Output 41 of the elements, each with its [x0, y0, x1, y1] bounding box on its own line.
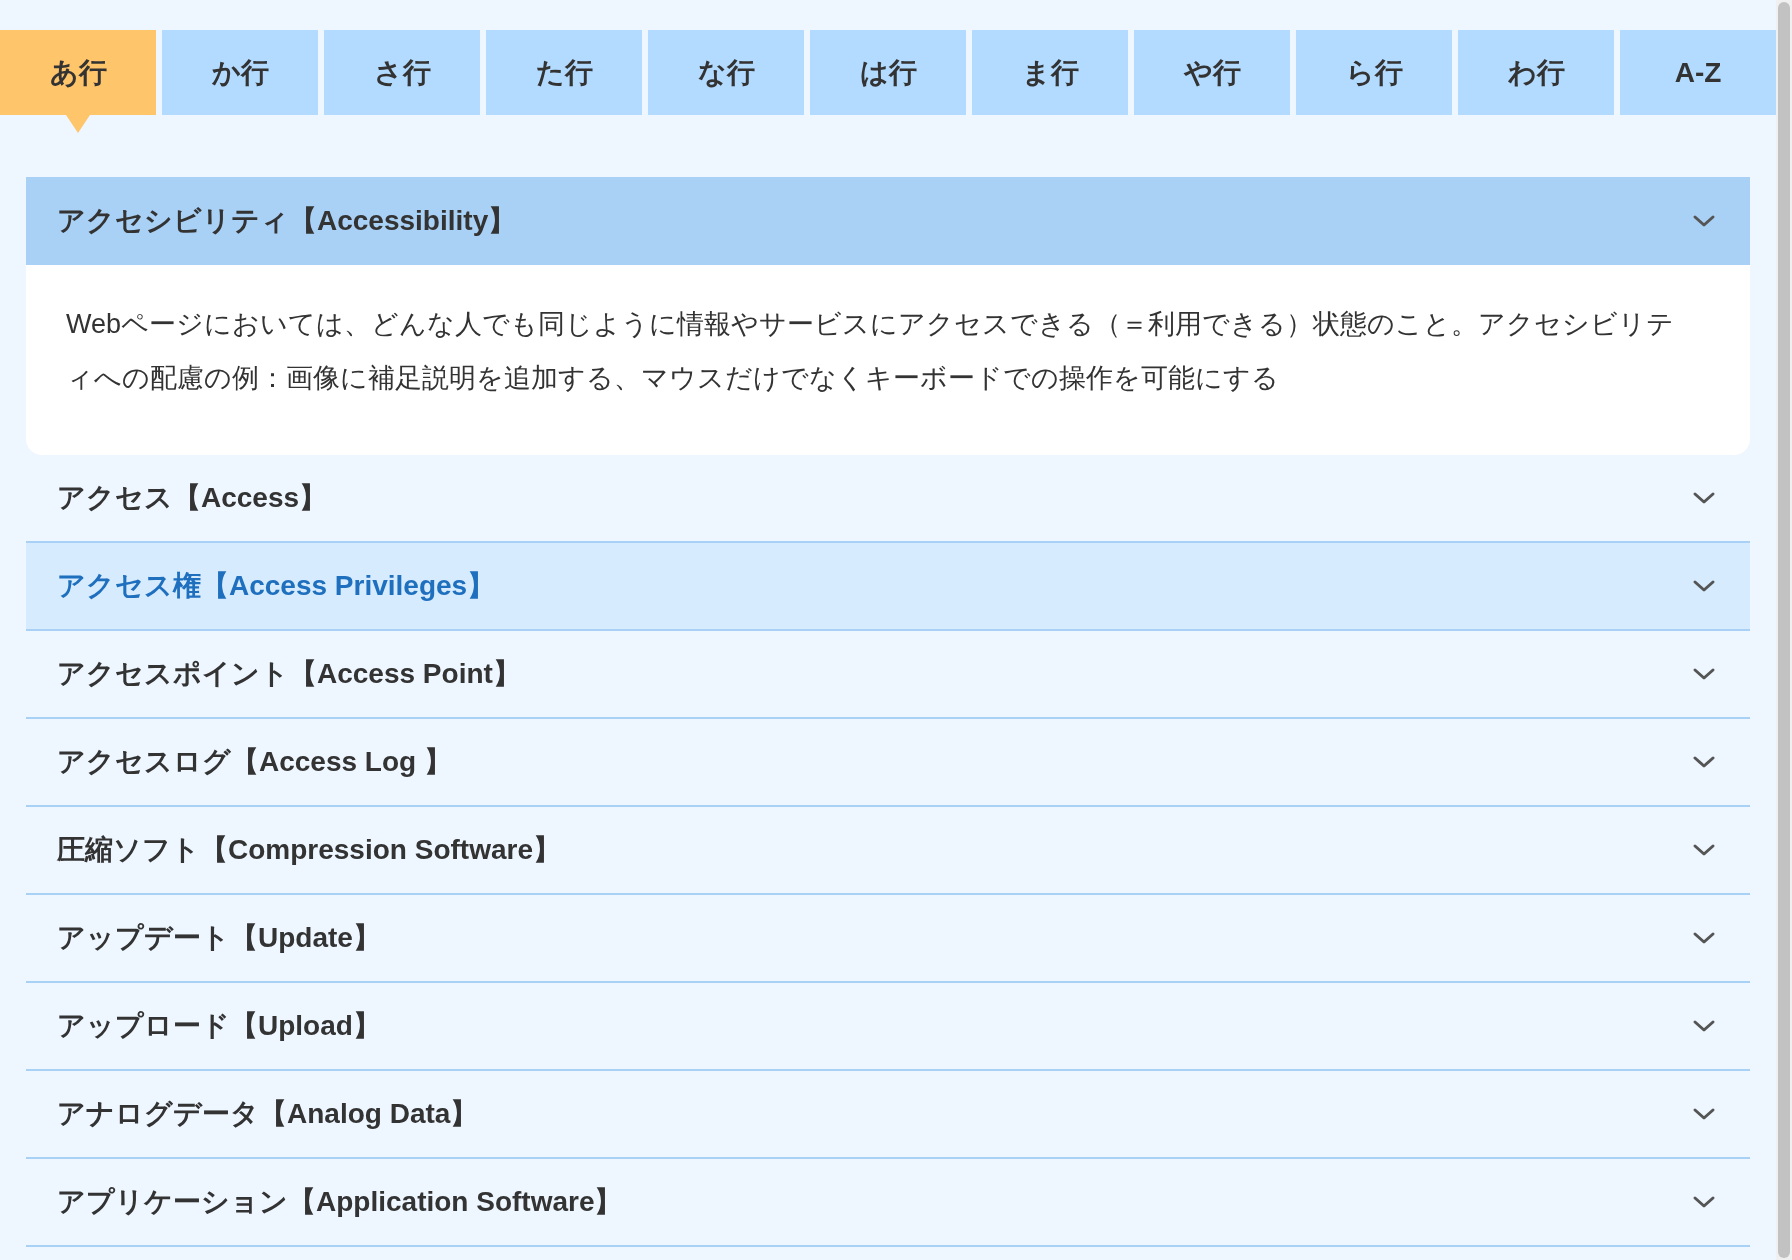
term-header[interactable]: アップロード【Upload】	[26, 983, 1750, 1071]
term-title: アップロード【Upload】	[57, 1009, 381, 1043]
term-title: アクセスログ【Access Log 】	[57, 745, 452, 779]
definition-text: Webページにおいては、どんな人でも同じように情報やサービスにアクセスできる（＝利用できる）状態のこと。アクセシビリティへの配慮の例：画像に補足説明を追加する、マウスだけでなくキーボードでの操作を可能にする	[66, 308, 1676, 395]
chevron-down-icon	[1692, 667, 1716, 681]
letter-tab[interactable]: ま行	[972, 30, 1128, 115]
term-header[interactable]: アップデート【Update】	[26, 895, 1750, 983]
letter-tab[interactable]: さ行	[324, 30, 480, 115]
term-title: アップデート【Update】	[57, 921, 381, 955]
term-title: アプリケーション【Application Software】	[57, 1185, 623, 1219]
chevron-down-icon	[1692, 1107, 1716, 1121]
term-title: アクセス【Access】	[57, 481, 328, 515]
chevron-down-icon	[1692, 491, 1716, 505]
term-title: アクセスポイント【Access Point】	[57, 657, 521, 691]
term-header[interactable]: アクセスポイント【Access Point】	[26, 631, 1750, 719]
term-title: 圧縮ソフト【Compression Software】	[57, 833, 561, 867]
letter-tab[interactable]: ら行	[1296, 30, 1452, 115]
letter-tab[interactable]: な行	[648, 30, 804, 115]
letter-tab[interactable]: た行	[486, 30, 642, 115]
term-title: アクセス権【Access Privileges】	[57, 569, 496, 603]
letter-tab[interactable]: A-Z	[1620, 30, 1776, 115]
chevron-down-icon	[1692, 1019, 1716, 1033]
chevron-down-icon	[1692, 214, 1716, 228]
letter-tab[interactable]: は行	[810, 30, 966, 115]
letter-tab[interactable]: か行	[162, 30, 318, 115]
term-header[interactable]: アクセシビリティ【Accessibility】	[26, 177, 1750, 265]
chevron-down-icon	[1692, 755, 1716, 769]
chevron-down-icon	[1692, 931, 1716, 945]
term-title: アナログデータ【Analog Data】	[57, 1097, 479, 1131]
term-header[interactable]: アプリケーション【Application Software】	[26, 1159, 1750, 1247]
letter-tab[interactable]: や行	[1134, 30, 1290, 115]
term-header[interactable]: 圧縮ソフト【Compression Software】	[26, 807, 1750, 895]
term-title: アクセシビリティ【Accessibility】	[57, 204, 517, 238]
chevron-down-icon	[1692, 1195, 1716, 1209]
term-header[interactable]: アナログデータ【Analog Data】	[26, 1071, 1750, 1159]
tab-pointer-icon	[66, 115, 90, 133]
term-header[interactable]: アクセス権【Access Privileges】	[26, 543, 1750, 631]
chevron-down-icon	[1692, 579, 1716, 593]
term-header[interactable]: アクセスログ【Access Log 】	[26, 719, 1750, 807]
chevron-down-icon	[1692, 843, 1716, 857]
letter-tab[interactable]: わ行	[1458, 30, 1614, 115]
